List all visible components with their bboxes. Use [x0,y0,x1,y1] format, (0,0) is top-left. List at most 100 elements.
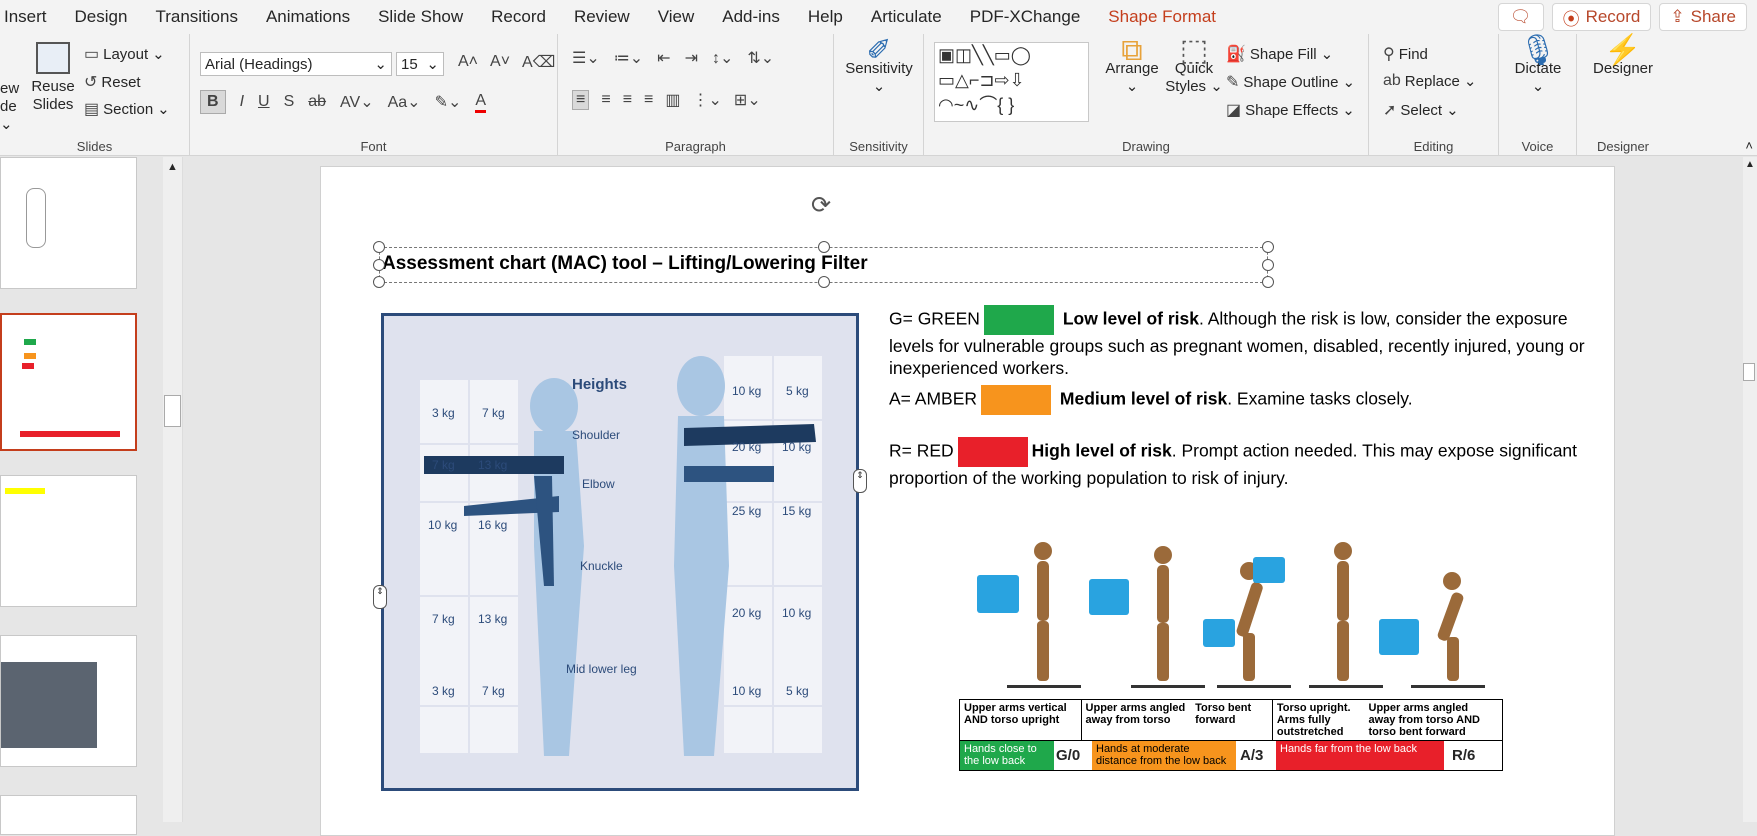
share-button[interactable]: ⇪ Share [1659,3,1747,31]
green-legend[interactable]: G= GREEN Low level of risk. Although the… [889,305,1589,379]
tab-design[interactable]: Design [61,7,142,27]
columns-icon[interactable]: ▥ [665,90,680,110]
slide-thumbnail-4[interactable] [0,635,137,767]
increase-font-icon[interactable]: A˄ [458,53,478,71]
resize-handle[interactable] [1262,259,1274,271]
italic-icon[interactable]: I [240,93,244,111]
justify-icon[interactable]: ≡ [644,91,653,109]
amber-legend[interactable]: A= AMBER Medium level of risk. Examine t… [889,385,1589,415]
highlight-icon[interactable]: ✎⌄ [435,92,462,112]
resize-handle[interactable] [818,276,830,288]
resize-handle[interactable]: ⇕ [853,469,867,493]
red-legend[interactable]: R= RED High level of risk. Prompt action … [889,437,1589,489]
align-right-icon[interactable]: ≡ [623,91,632,109]
shape-outline-button[interactable]: ✎ Shape Outline ⌄ [1226,72,1355,92]
character-spacing-icon[interactable]: AV⌄ [340,92,374,112]
posture-illustration[interactable]: Upper arms vertical AND torso upright Up… [959,535,1519,795]
resize-handle[interactable] [1262,241,1274,253]
arrange-button[interactable]: ⧉ Arrange ⌄ [1102,36,1162,96]
weight-cell: 3 kg [432,684,455,698]
scroll-thumb[interactable] [1743,363,1755,381]
change-case-icon[interactable]: Aa⌄ [388,92,421,112]
find-button[interactable]: ⚲ Find [1383,44,1428,64]
decrease-indent-icon[interactable]: ⇤ [657,48,670,68]
slide-title[interactable]: Assessment chart (MAC) tool – Lifting/Lo… [382,253,868,275]
posture-caption: Torso bent forward [1191,700,1273,740]
font-color-icon[interactable]: A [475,92,487,113]
select-button[interactable]: ➚ Select ⌄ [1383,100,1459,120]
clear-formatting-icon[interactable]: A⌫ [522,52,555,72]
slide-thumbnail-5[interactable] [0,795,137,835]
decrease-font-icon[interactable]: A˅ [490,53,510,71]
layout-button[interactable]: ▭ Layout ⌄ [84,44,165,64]
slide-canvas[interactable]: ⟳ Assessment chart (MAC) tool – Lifting/… [320,166,1615,836]
shapes-gallery[interactable]: ▣◫╲╲▭◯ ▭△⌐⊐⇨⇩ ◠~∿⌒{ } [934,42,1089,122]
strikethrough-icon[interactable]: ab [308,93,326,111]
sensitivity-button[interactable]: ✐ Sensitivity ⌄ [838,36,920,96]
title-textbox[interactable]: Assessment chart (MAC) tool – Lifting/Lo… [373,241,1274,288]
dictate-button[interactable]: 🎙 Dictate ⌄ [1503,36,1573,96]
tab-add-ins[interactable]: Add-ins [708,7,794,27]
new-slide-button[interactable]: ew de ⌄ [0,80,20,134]
bold-icon[interactable]: B [200,90,226,114]
paragraph-group: ☰⌄ ≔⌄ ⇤ ⇥ ↕⌄ ⇅⌄ ≡ ≡ ≡ ≡ ▥ ⋮⌄ ⊞⌄ Paragrap… [558,34,834,156]
align-text-icon[interactable]: ⋮⌄ [693,90,722,110]
resize-handle[interactable] [818,241,830,253]
heights-figure[interactable]: Heights Shoulder Elbow Knuckle Mid lower… [381,313,859,791]
section-button[interactable]: ▤ Section ⌄ [84,99,170,119]
resize-handle[interactable] [373,276,385,288]
tab-insert[interactable]: Insert [0,7,61,27]
amber-text: . Examine tasks closely. [1227,388,1413,409]
tab-articulate[interactable]: Articulate [857,7,956,27]
scroll-up-icon[interactable]: ▲ [1743,159,1757,170]
quick-styles-button[interactable]: ⬚ Quick Styles ⌄ [1164,36,1224,96]
tab-shape-format[interactable]: Shape Format [1094,7,1230,27]
tab-slide-show[interactable]: Slide Show [364,7,477,27]
thumbnail-photo [1,662,97,748]
replace-button[interactable]: ab Replace ⌄ [1383,72,1476,90]
shape-effects-button[interactable]: ◪ Shape Effects ⌄ [1226,100,1355,120]
slide-scrollbar[interactable]: ▲ [1743,157,1757,822]
align-center-icon[interactable]: ≡ [601,91,610,109]
shape-fill-button[interactable]: ⛽ Shape Fill ⌄ [1226,44,1333,64]
slide-thumbnail-3[interactable] [0,475,137,607]
collapse-ribbon-icon[interactable]: ˄ [1745,138,1753,153]
numbering-icon[interactable]: ≔⌄ [614,48,643,68]
tab-review[interactable]: Review [560,7,644,27]
tab-record[interactable]: Record [477,7,560,27]
resize-handle[interactable] [1262,276,1274,288]
scroll-up-icon[interactable]: ▲ [163,161,182,173]
scroll-thumb[interactable] [164,395,181,427]
increase-indent-icon[interactable]: ⇥ [685,48,698,68]
tab-pdf-xchange[interactable]: PDF-XChange [956,7,1095,27]
smartart-icon[interactable]: ⊞⌄ [734,90,761,110]
slide-thumbnail-2[interactable] [0,313,137,451]
reset-button[interactable]: ↺ Reset [84,72,141,92]
resize-handle[interactable] [373,259,385,271]
resize-handle[interactable]: ⇕ [373,585,387,609]
bullets-icon[interactable]: ☰⌄ [572,48,600,68]
line-spacing-icon[interactable]: ↕⌄ [712,48,733,68]
comments-button[interactable]: 🗨 [1497,3,1544,31]
tab-animations[interactable]: Animations [252,7,364,27]
font-family-select[interactable]: Arial (Headings) ⌄ [200,52,392,76]
underline-icon[interactable]: U [258,93,270,111]
red-band-label: Hands far from the low back [1276,741,1444,770]
posture-figures [977,542,1485,688]
shadow-icon[interactable]: S [284,93,295,111]
align-left-icon[interactable]: ≡ [572,90,590,110]
resize-handle[interactable] [373,241,385,253]
font-size-select[interactable]: 15 ⌄ [396,52,444,76]
reuse-slides-button[interactable]: Reuse Slides [30,42,76,114]
text-direction-icon[interactable]: ⇅⌄ [747,48,774,68]
rotate-handle-icon[interactable]: ⟳ [811,191,831,220]
record-button[interactable]: ⦿ Record [1551,3,1652,31]
slide-thumbnail-1[interactable] [0,157,137,289]
tab-help[interactable]: Help [794,7,857,27]
effects-icon: ◪ [1226,102,1242,119]
tab-view[interactable]: View [644,7,709,27]
thumbnails-scrollbar[interactable]: ▲ [163,157,183,822]
designer-button[interactable]: ⚡ Designer [1581,36,1665,78]
arrange-label: Arrange [1105,60,1159,77]
tab-transitions[interactable]: Transitions [141,7,252,27]
